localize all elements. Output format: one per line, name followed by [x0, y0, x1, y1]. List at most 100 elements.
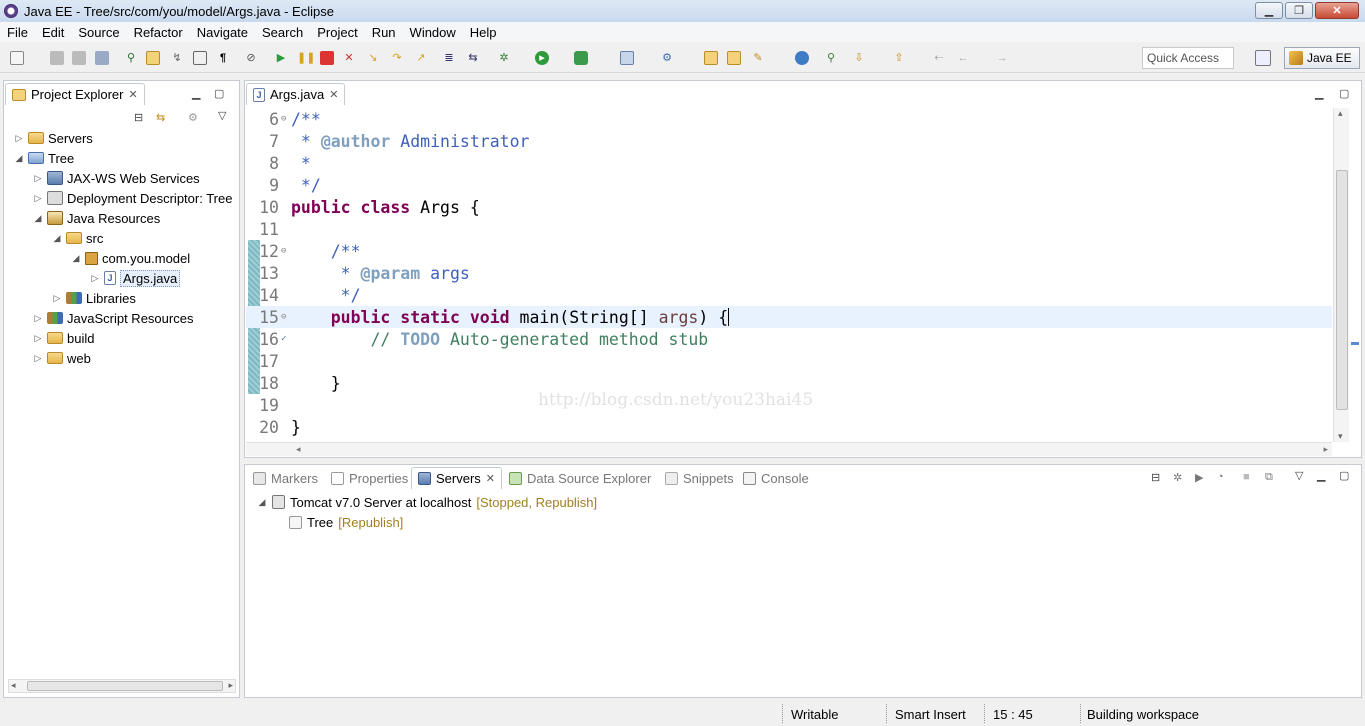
open-task-icon[interactable]: ✎ [751, 51, 765, 65]
server-row-tomcat[interactable]: ◢ Tomcat v7.0 Server at localhost [Stopp… [257, 492, 598, 512]
perspective-java-ee-button[interactable]: Java EE [1284, 47, 1360, 69]
back-icon[interactable]: ← [956, 51, 970, 65]
open-type-icon[interactable]: ⚲ [124, 51, 138, 65]
suspend-icon[interactable]: ❚❚ [297, 51, 315, 65]
tab-servers[interactable]: Servers ✕ [411, 467, 503, 489]
scroll-right-icon[interactable]: ▸ [1323, 444, 1328, 455]
block-select-icon[interactable] [193, 51, 207, 65]
menu-project[interactable]: Project [310, 25, 364, 40]
scroll-thumb[interactable] [27, 681, 223, 691]
filters-icon[interactable]: ⚙ [188, 111, 198, 124]
scroll-left-icon[interactable]: ◂ [296, 444, 301, 455]
horizontal-scrollbar[interactable]: ◂ ▸ [8, 679, 236, 693]
tree-item-java-resources[interactable]: ◢ Java Resources [33, 208, 161, 228]
expand-icon[interactable]: ▷ [14, 133, 24, 144]
menu-file[interactable]: File [0, 25, 35, 40]
new-java-project-icon[interactable]: ⚙ [660, 51, 674, 65]
close-button[interactable]: ✕ [1315, 2, 1359, 19]
tree-item-build[interactable]: ▷ build [33, 328, 95, 348]
step-into-icon[interactable]: ↘ [366, 51, 380, 65]
minimize-editor-icon[interactable]: ▁ [1315, 87, 1323, 100]
drop-to-frame-icon[interactable]: ≣ [442, 51, 456, 65]
tab-console[interactable]: Console [737, 467, 815, 489]
tree-item-libraries[interactable]: ▷ Libraries [52, 288, 136, 308]
view-menu-icon[interactable]: ▽ [1295, 469, 1303, 482]
run-external-tools-icon[interactable] [574, 51, 588, 65]
terminate-icon[interactable] [320, 51, 334, 65]
collapse-icon[interactable]: ◢ [257, 497, 267, 508]
minimize-view-icon[interactable]: ▁ [1317, 469, 1325, 482]
word-wrap-icon[interactable]: ↯ [170, 51, 184, 65]
new-icon[interactable] [10, 51, 24, 65]
debug-icon[interactable]: ✲ [497, 51, 511, 65]
tab-markers[interactable]: Markers [247, 467, 324, 489]
editor-horizontal-scrollbar[interactable]: ◂ ▸ [246, 442, 1332, 456]
start-server-icon[interactable]: ▶ [1195, 471, 1203, 484]
vertical-scrollbar[interactable]: ▴ ▾ [1333, 108, 1349, 442]
tab-project-explorer[interactable]: Project Explorer ✕ [5, 83, 145, 105]
profile-server-icon[interactable]: ◔ [1217, 471, 1224, 483]
print-icon[interactable] [95, 51, 109, 65]
collapse-icon[interactable]: ◢ [14, 153, 24, 164]
fold-icon[interactable]: ⊖ [281, 114, 291, 124]
tab-properties[interactable]: Properties [325, 467, 414, 489]
expand-icon[interactable]: ▷ [33, 313, 43, 324]
resume-icon[interactable]: ▶ [274, 51, 288, 65]
minimize-view-icon[interactable]: ▁ [192, 87, 200, 100]
forward-icon[interactable]: → [995, 51, 1009, 65]
menu-window[interactable]: Window [403, 25, 463, 40]
tree-item-src[interactable]: ◢ src [52, 228, 104, 248]
expand-icon[interactable]: ▷ [90, 273, 100, 284]
tree-item-args-java[interactable]: ▷ J Args.java [90, 268, 181, 288]
search-icon[interactable]: ⚲ [824, 51, 838, 65]
previous-annotation-icon[interactable]: ⇧ [892, 51, 906, 65]
menu-search[interactable]: Search [255, 25, 310, 40]
collapse-icon[interactable]: ◢ [33, 213, 43, 224]
save-all-icon[interactable] [72, 51, 86, 65]
maximize-view-icon[interactable]: ▢ [1339, 469, 1349, 482]
new-folder-icon[interactable] [727, 51, 741, 65]
tab-snippets[interactable]: Snippets [659, 467, 740, 489]
overview-ruler[interactable] [1349, 108, 1361, 442]
scroll-up-icon[interactable]: ▴ [1338, 108, 1343, 119]
scroll-thumb[interactable] [1336, 170, 1348, 410]
expand-icon[interactable]: ▷ [33, 193, 43, 204]
close-tab-icon[interactable]: ✕ [486, 472, 495, 485]
expand-icon[interactable]: ▷ [33, 173, 43, 184]
mark-occurrences-icon[interactable] [146, 51, 160, 65]
run-icon[interactable]: ▸ [535, 51, 549, 65]
web-browser-icon[interactable] [795, 51, 809, 65]
skip-breakpoints-icon[interactable]: ⊘ [244, 51, 258, 65]
maximize-button[interactable]: ❐ [1285, 2, 1313, 19]
link-with-editor-icon[interactable]: ⇆ [156, 111, 165, 124]
menu-navigate[interactable]: Navigate [190, 25, 255, 40]
tree-item-servers[interactable]: ▷ Servers [14, 128, 93, 148]
menu-refactor[interactable]: Refactor [127, 25, 190, 40]
maximize-editor-icon[interactable]: ▢ [1339, 87, 1349, 100]
tree-item-tree-project[interactable]: ◢ Tree [14, 148, 75, 168]
tree-item-javascript-resources[interactable]: ▷ JavaScript Resources [33, 308, 194, 328]
fold-icon[interactable]: ⊖ [281, 312, 291, 322]
scroll-left-icon[interactable]: ◂ [11, 680, 16, 691]
expand-icon[interactable]: ▷ [52, 293, 62, 304]
menu-help[interactable]: Help [463, 25, 504, 40]
scroll-down-icon[interactable]: ▾ [1338, 431, 1343, 442]
open-project-icon[interactable] [704, 51, 718, 65]
minimize-button[interactable]: ▁ [1255, 2, 1283, 19]
collapse-icon[interactable]: ◢ [52, 233, 62, 244]
fold-icon[interactable]: ⊖ [281, 246, 291, 256]
publish-icon[interactable]: ⧉ [1265, 471, 1273, 484]
expand-icon[interactable]: ▷ [33, 333, 43, 344]
show-whitespace-icon[interactable]: ¶ [216, 51, 230, 65]
expand-icon[interactable]: ▷ [33, 353, 43, 364]
close-tab-icon[interactable]: ✕ [329, 88, 338, 101]
maximize-view-icon[interactable]: ▢ [214, 87, 224, 100]
code-editor[interactable]: 6 ⊖/** 7 * @author Administrator 8 * 9 */… [246, 108, 1332, 442]
close-tab-icon[interactable]: ✕ [128, 88, 137, 101]
task-overview-marker[interactable] [1351, 342, 1359, 345]
tree-item-deployment-descriptor[interactable]: ▷ Deployment Descriptor: Tree [33, 188, 233, 208]
task-marker-icon[interactable]: ✓ [281, 334, 291, 344]
last-edit-icon[interactable]: ⇠ [932, 51, 946, 65]
collapse-all-icon[interactable]: ⊟ [134, 111, 143, 124]
next-annotation-icon[interactable]: ⇩ [852, 51, 866, 65]
